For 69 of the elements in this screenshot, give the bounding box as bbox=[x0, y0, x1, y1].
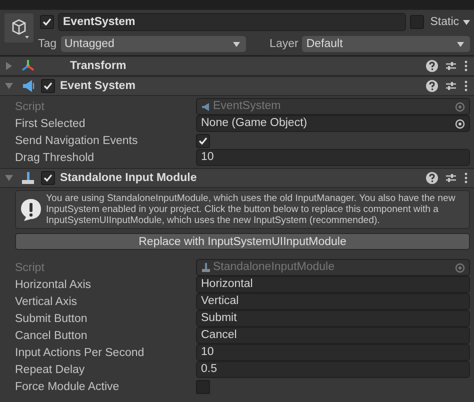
foldout-arrow-icon[interactable] bbox=[5, 174, 13, 182]
megaphone-icon bbox=[201, 102, 211, 112]
replace-button[interactable]: Replace with InputSystemUIInputModule bbox=[15, 233, 470, 250]
component-header[interactable]: Transform bbox=[0, 56, 474, 76]
component-header[interactable]: Event System bbox=[0, 76, 474, 96]
checkmark-icon bbox=[43, 81, 53, 91]
component-header[interactable]: Standalone Input Module bbox=[0, 168, 474, 188]
caret-icon bbox=[457, 42, 464, 46]
property-label: First Selected bbox=[15, 118, 86, 130]
name-field[interactable]: EventSystem bbox=[58, 13, 406, 31]
component-title: Transform bbox=[70, 60, 126, 72]
warning-message: You are using StandaloneInputModule, which uses the old InputManager. You also have the new InputSystem enabled in your project. Click the button below to replace this component with a InputSystemUIInputModule, which uses the new InputSystem (recommended). bbox=[46, 193, 456, 226]
sliders-icon[interactable] bbox=[445, 80, 457, 92]
kebab-menu-icon[interactable] bbox=[464, 172, 468, 184]
property-label: Script bbox=[15, 100, 46, 112]
enabled-checkbox[interactable] bbox=[41, 171, 55, 185]
kebab-menu-icon[interactable] bbox=[464, 60, 468, 72]
help-icon[interactable] bbox=[426, 60, 438, 72]
static-dropdown[interactable]: Static bbox=[430, 16, 459, 28]
help-icon[interactable] bbox=[426, 80, 438, 92]
component-title: Event System bbox=[60, 80, 136, 92]
property-label: Repeat Delay bbox=[15, 364, 86, 376]
sliders-icon[interactable] bbox=[445, 172, 457, 184]
tag-dropdown[interactable]: Untagged bbox=[60, 36, 246, 52]
property-label: Drag Threshold bbox=[15, 152, 96, 164]
caret-icon bbox=[232, 42, 240, 46]
caret-icon bbox=[463, 20, 470, 24]
toggle-checkbox[interactable] bbox=[196, 134, 210, 148]
checkmark-icon bbox=[42, 17, 52, 27]
text-field[interactable]: Vertical bbox=[196, 293, 470, 310]
component-title: Standalone Input Module bbox=[60, 172, 197, 184]
property-label: Force Module Active bbox=[15, 380, 120, 392]
warning-icon bbox=[20, 198, 42, 222]
script-name: StandaloneInputModule bbox=[213, 260, 334, 275]
text-field[interactable]: Horizontal bbox=[196, 276, 470, 293]
help-icon[interactable] bbox=[426, 172, 438, 184]
toggle-checkbox[interactable] bbox=[196, 380, 210, 394]
megaphone-icon bbox=[20, 78, 36, 94]
property-label: Send Navigation Events bbox=[15, 134, 139, 146]
text-field[interactable]: Cancel bbox=[196, 327, 470, 344]
property-label: Vertical Axis bbox=[15, 296, 78, 308]
kebab-menu-icon[interactable] bbox=[464, 80, 468, 92]
checkmark-icon bbox=[198, 136, 208, 146]
active-checkbox[interactable] bbox=[40, 15, 54, 29]
object-value: None (Game Object) bbox=[201, 116, 308, 131]
property-label: Cancel Button bbox=[15, 330, 88, 342]
script-name: EventSystem bbox=[213, 99, 281, 114]
foldout-arrow-icon[interactable] bbox=[5, 82, 13, 90]
enabled-checkbox[interactable] bbox=[41, 79, 55, 93]
property-label: Submit Button bbox=[15, 312, 88, 324]
property-label: Horizontal Axis bbox=[15, 278, 92, 290]
text-field[interactable]: Submit bbox=[196, 310, 470, 327]
checkmark-icon bbox=[43, 173, 53, 183]
object-field[interactable]: None (Game Object) bbox=[196, 115, 470, 132]
cube-icon[interactable] bbox=[4, 13, 34, 43]
joystick-icon bbox=[20, 170, 36, 186]
tag-label: Tag bbox=[38, 38, 57, 50]
text-field[interactable]: 0.5 bbox=[196, 361, 470, 378]
layer-dropdown[interactable]: Default bbox=[302, 36, 470, 52]
text-field[interactable]: 10 bbox=[196, 149, 470, 166]
property-label: Script bbox=[15, 262, 46, 274]
layer-label: Layer bbox=[270, 38, 298, 50]
property-label: Input Actions Per Second bbox=[15, 346, 146, 358]
foldout-arrow-icon[interactable] bbox=[5, 62, 13, 70]
sliders-icon[interactable] bbox=[445, 60, 457, 72]
text-field[interactable]: 10 bbox=[196, 344, 470, 361]
object-picker-icon bbox=[455, 262, 465, 272]
joystick-icon bbox=[201, 262, 211, 272]
static-checkbox[interactable] bbox=[410, 15, 424, 29]
